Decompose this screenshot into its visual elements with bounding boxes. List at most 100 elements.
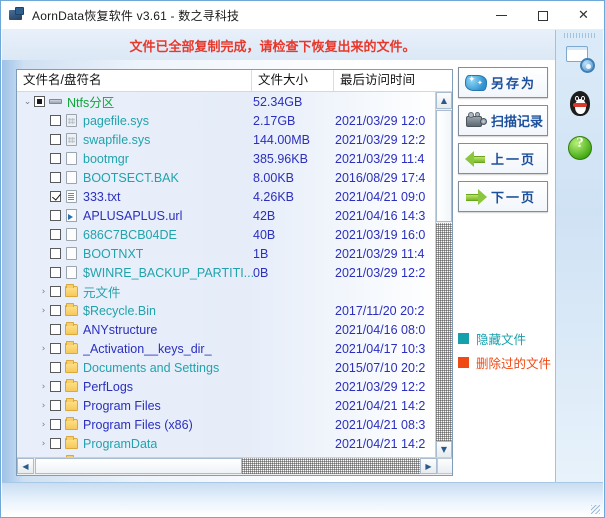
legend: 隐藏文件 删除过的文件 [458,329,551,377]
help-icon[interactable]: ? [564,132,596,164]
doc-icon [65,228,79,242]
file-last-access: 2021/04/17 10:3 [335,342,425,356]
file-last-access: 2021/04/21 14:2 [335,437,425,451]
row-checkbox[interactable] [50,153,61,164]
save-as-label: 另存为 [491,73,536,92]
table-row[interactable]: ANYstructure2021/04/16 08:0 [17,320,437,339]
row-checkbox[interactable] [50,115,61,126]
row-checkbox[interactable] [50,400,61,411]
file-last-access: 2016/08/29 17:4 [335,171,425,185]
doc-icon [65,266,79,280]
row-checkbox[interactable] [50,343,61,354]
expand-toggle-icon[interactable]: › [37,420,50,430]
file-last-access: 2021/04/21 08:3 [335,418,425,432]
expand-toggle-icon[interactable]: › [37,382,50,392]
table-row[interactable]: ›PerfLogs2021/03/29 12:2 [17,377,437,396]
table-row[interactable]: 686C7BCB04DE40B2021/03/19 16:0 [17,225,437,244]
row-checkbox[interactable] [50,210,61,221]
column-header-lastaccess[interactable]: 最后访问时间 [334,70,453,91]
scroll-up-button[interactable]: ▲ [436,92,452,109]
row-checkbox[interactable] [50,172,61,183]
save-as-button[interactable]: ✦✦ 另存为 [458,67,548,98]
file-last-access: 2021/03/19 16:0 [335,228,425,242]
file-size: 42B [253,209,275,223]
close-button[interactable]: ✕ [563,1,604,30]
next-page-button[interactable]: 下一页 [458,181,548,212]
scan-records-label: 扫描记录 [491,111,543,130]
row-checkbox[interactable] [50,419,61,430]
scroll-left-button[interactable]: ◀ [17,458,34,474]
table-row[interactable]: ›Program Files2021/04/21 14:2 [17,396,437,415]
horizontal-scrollbar[interactable]: ◀ ▶ [17,457,453,475]
application-window: AornData恢复软件 v3.61 - 数之寻科技 ✕ 文件已全部复制完成，请… [0,0,605,518]
table-row[interactable]: 333.txt4.26KB2021/04/21 09:0 [17,187,437,206]
expand-toggle-icon[interactable]: ⌄ [21,97,34,107]
expand-toggle-icon[interactable]: › [37,287,50,297]
row-checkbox[interactable] [50,134,61,145]
row-checkbox[interactable] [50,305,61,316]
vertical-scroll-thumb[interactable] [436,110,452,222]
file-name: APLUSAPLUS.url [83,209,182,223]
file-name: Program Files (x86) [83,418,193,432]
table-row[interactable]: ›元文件 [17,282,437,301]
table-row[interactable]: bootmgr385.96KB2021/03/29 11:4 [17,149,437,168]
row-checkbox[interactable] [34,96,45,107]
scroll-right-button[interactable]: ▶ [420,458,437,474]
sys-icon [65,133,79,147]
expand-toggle-icon[interactable]: › [37,344,50,354]
row-checkbox[interactable] [50,381,61,392]
file-name: $WINRE_BACKUP_PARTITI... [83,266,254,280]
expand-toggle-icon[interactable]: › [37,439,50,449]
horizontal-scroll-thumb[interactable] [35,458,242,474]
column-header-filesize[interactable]: 文件大小 [252,70,334,91]
row-checkbox[interactable] [50,248,61,259]
row-checkbox[interactable] [50,324,61,335]
title-bar: AornData恢复软件 v3.61 - 数之寻科技 ✕ [1,1,604,30]
settings-icon[interactable] [564,42,596,74]
table-row[interactable]: BOOTNXT1B2021/03/29 11:4 [17,244,437,263]
file-list-header: 文件名/盘符名 文件大小 最后访问时间 [17,70,453,92]
file-last-access: 2021/03/29 12:2 [335,266,425,280]
maximize-button[interactable] [522,1,563,30]
expand-toggle-icon[interactable]: › [37,401,50,411]
row-checkbox[interactable] [50,267,61,278]
row-checkbox[interactable] [50,191,61,202]
folder-icon [65,342,79,356]
table-row[interactable]: ›_Activation__keys_dir_2021/04/17 10:3 [17,339,437,358]
folder-icon [65,361,79,375]
column-header-filename[interactable]: 文件名/盘符名 [17,70,252,91]
table-row[interactable]: pagefile.sys2.17GB2021/03/29 12:0 [17,111,437,130]
vertical-scroll-track[interactable] [436,223,452,441]
row-checkbox[interactable] [50,438,61,449]
prev-page-button[interactable]: 上一页 [458,143,548,174]
row-checkbox[interactable] [50,362,61,373]
file-size: 4.26KB [253,190,294,204]
vertical-scrollbar[interactable]: ▲ ▼ [435,92,452,458]
table-row[interactable]: swapfile.sys144.00MB2021/03/29 12:2 [17,130,437,149]
table-row[interactable]: $WINRE_BACKUP_PARTITI...0B 2021/03/29 12:… [17,263,437,282]
table-row[interactable]: ›ProgramData2021/04/21 14:2 [17,434,437,453]
file-last-access: 2021/03/29 11:4 [335,152,424,166]
file-size: 385.96KB [253,152,308,166]
table-row[interactable]: ›$Recycle.Bin2017/11/20 20:2 [17,301,437,320]
resize-grip-icon[interactable] [591,505,600,514]
maximize-icon [538,11,548,21]
table-row[interactable]: Documents and Settings2015/07/10 20:2 [17,358,437,377]
file-name: 333.txt [83,190,121,204]
minimize-button[interactable] [481,1,522,30]
expand-toggle-icon[interactable]: › [37,306,50,316]
row-checkbox[interactable] [50,286,61,297]
file-list-panel: 文件名/盘符名 文件大小 最后访问时间 ⌄Ntfs分区52.34GBpagefi… [16,69,453,476]
table-row[interactable]: ⌄Ntfs分区52.34GB [17,92,437,111]
file-size: 1B [253,247,268,261]
horizontal-scroll-track[interactable] [242,458,420,474]
table-row[interactable]: BOOTSECT.BAK8.00KB2016/08/29 17:4 [17,168,437,187]
table-row[interactable]: APLUSAPLUS.url42B2021/04/16 14:3 [17,206,437,225]
table-row[interactable]: › Program Files (x86) 2021/04/21 08:3 [17,415,437,434]
file-size: 0B [253,266,268,280]
scan-records-button[interactable]: 扫描记录 [458,105,548,136]
scroll-down-button[interactable]: ▼ [436,441,452,458]
window-title: AornData恢复软件 v3.61 - 数之寻科技 [32,7,239,24]
row-checkbox[interactable] [50,229,61,240]
qq-penguin-icon[interactable] [564,88,596,120]
